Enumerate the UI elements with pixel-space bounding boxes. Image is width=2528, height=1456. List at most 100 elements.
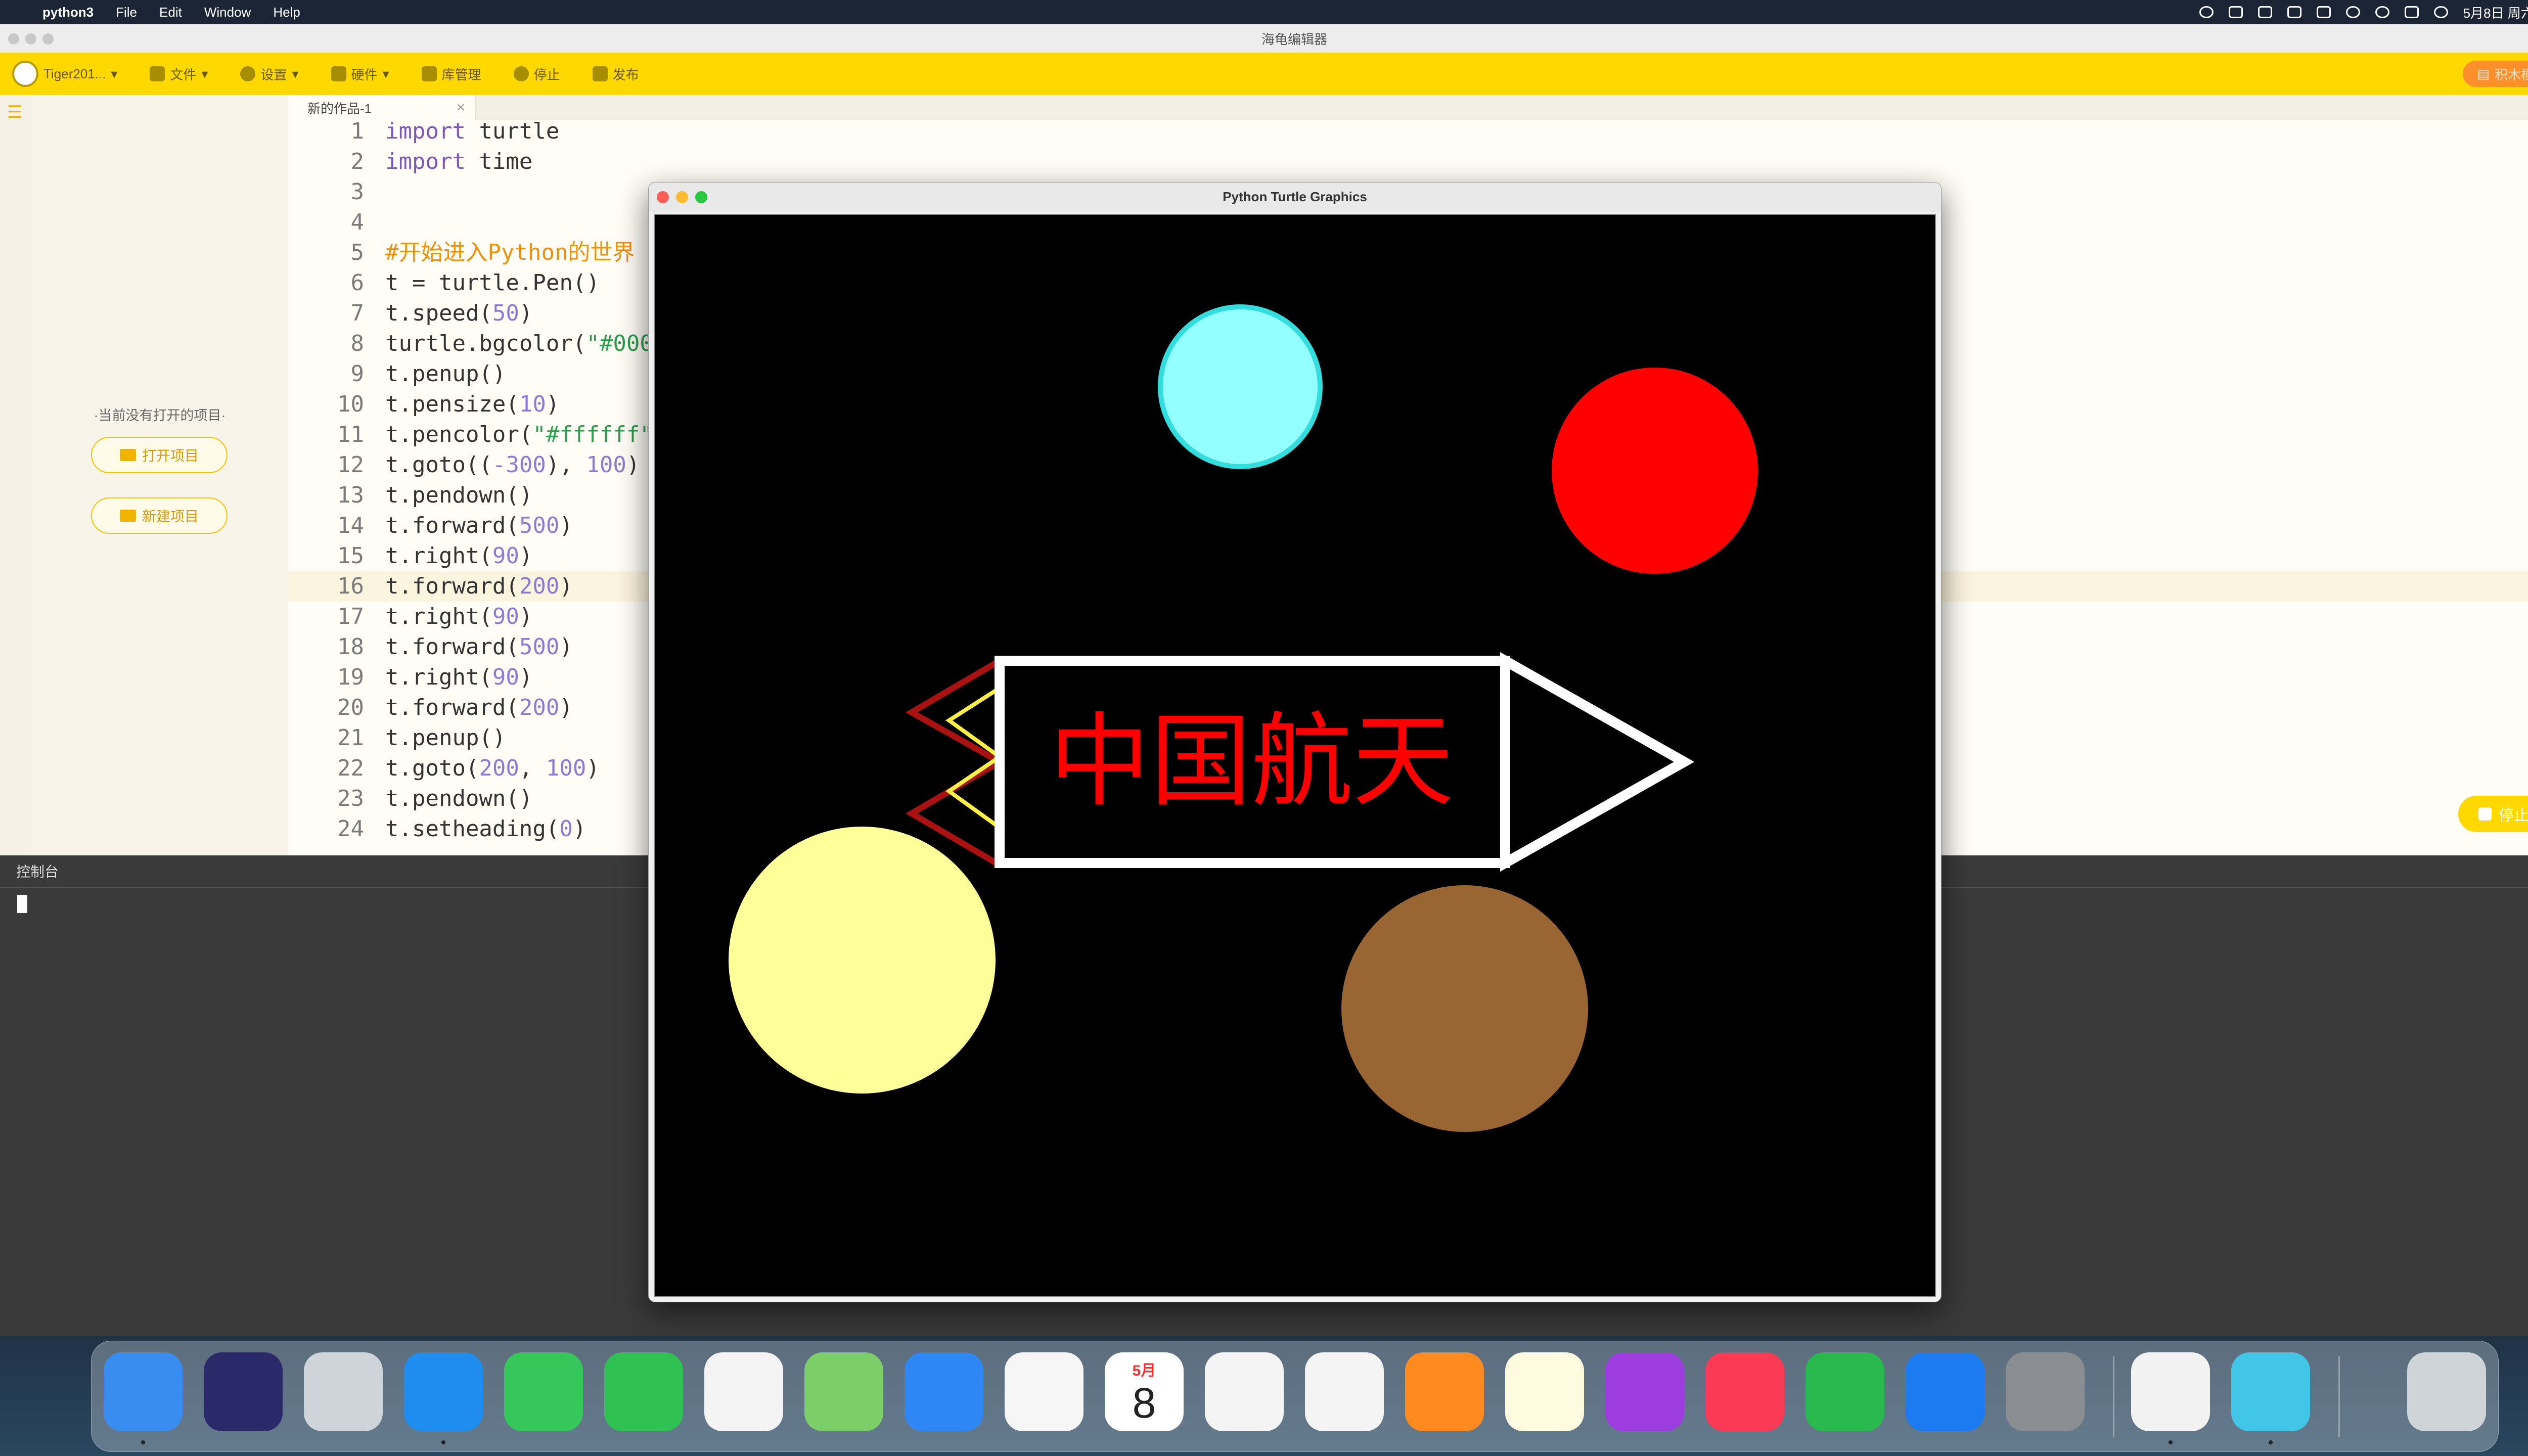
- calendar-icon[interactable]: 5月 8: [1105, 1352, 1184, 1431]
- turtle-drawing: 中国航天: [729, 304, 1758, 1132]
- mail-icon[interactable]: [905, 1352, 983, 1431]
- hardware-menu[interactable]: 硬件 ▾: [331, 65, 389, 83]
- menu-bar: python3 File Edit Window Help 5月8日 周六 20…: [0, 0, 2528, 24]
- brown-circle: [1341, 885, 1588, 1132]
- books-icon[interactable]: [1405, 1352, 1484, 1431]
- folder-icon: [119, 510, 136, 522]
- podcasts-icon[interactable]: [1605, 1352, 1684, 1431]
- find-my-icon[interactable]: [1805, 1352, 1884, 1431]
- facetime-icon[interactable]: [604, 1352, 683, 1431]
- line-number: 16: [337, 573, 364, 599]
- siri-icon[interactable]: [204, 1352, 283, 1431]
- code-line[interactable]: 1 import turtle: [288, 120, 2528, 147]
- pages-icon[interactable]: [1005, 1352, 1084, 1431]
- close-tab-icon[interactable]: ×: [456, 99, 465, 116]
- status-area: 5月8日 周六 20:29: [2199, 0, 2528, 24]
- user-menu[interactable]: Tiger201... ▾: [12, 61, 117, 87]
- launchpad-icon[interactable]: [304, 1352, 383, 1431]
- publish-button[interactable]: 发布: [592, 65, 639, 83]
- music-icon[interactable]: [1705, 1352, 1784, 1431]
- folder-icon: [150, 66, 165, 81]
- minimize-window-icon[interactable]: [25, 33, 36, 44]
- console-title: 控制台: [16, 864, 59, 880]
- keyboard-icon[interactable]: [2258, 6, 2272, 18]
- app-store-icon[interactable]: [1906, 1352, 1984, 1431]
- stop-icon: [2478, 807, 2492, 821]
- open-project-button[interactable]: 打开项目: [91, 437, 228, 473]
- console-cursor[interactable]: [17, 895, 27, 913]
- system-preferences-icon[interactable]: [2006, 1352, 2085, 1431]
- record-icon[interactable]: [2199, 6, 2214, 18]
- line-text: t.goto((-300), 100): [385, 452, 640, 478]
- list-icon[interactable]: ☰: [7, 102, 22, 122]
- turtle-canvas[interactable]: 中国航天: [654, 214, 1936, 1297]
- bluetooth-icon[interactable]: [2287, 6, 2301, 18]
- line-number: 4: [350, 209, 365, 235]
- chevron-down-icon: ▾: [292, 66, 299, 81]
- line-number: 3: [350, 179, 365, 205]
- avatar: [12, 61, 38, 87]
- library-button[interactable]: 库管理: [421, 65, 481, 83]
- siri-menu-icon[interactable]: [2433, 6, 2448, 18]
- menu-help[interactable]: Help: [273, 5, 300, 20]
- menu-app-name[interactable]: python3: [42, 5, 94, 20]
- tab-bar: 新的作品-1 ×: [288, 95, 2528, 120]
- messages-icon[interactable]: [504, 1352, 583, 1431]
- menu-file[interactable]: File: [116, 5, 137, 20]
- stop-icon: [513, 66, 529, 81]
- menu-window[interactable]: Window: [204, 5, 251, 20]
- control-center-icon[interactable]: [2404, 6, 2419, 18]
- library-icon: [421, 66, 437, 81]
- close-window-icon[interactable]: [8, 33, 19, 44]
- line-text: t = turtle.Pen(): [385, 270, 600, 296]
- notes-icon[interactable]: [1505, 1352, 1584, 1431]
- menu-edit[interactable]: Edit: [159, 5, 182, 20]
- close-window-icon[interactable]: [657, 191, 669, 203]
- settings-menu[interactable]: 设置 ▾: [240, 65, 299, 83]
- wifi-icon[interactable]: [2316, 6, 2331, 18]
- turtle-editor-icon[interactable]: [2231, 1352, 2310, 1431]
- line-text: t.pendown(): [385, 482, 533, 508]
- safari-icon[interactable]: [404, 1352, 483, 1431]
- file-menu[interactable]: 文件 ▾: [150, 65, 208, 83]
- line-text: t.forward(200): [385, 573, 573, 599]
- line-number: 9: [350, 361, 365, 387]
- line-text: t.speed(50): [385, 300, 533, 326]
- running-indicator: [2269, 1440, 2273, 1444]
- chevron-down-icon: ▾: [382, 66, 389, 81]
- cyan-circle: [1158, 304, 1323, 469]
- blocks-icon: ▤: [2477, 66, 2490, 81]
- keynote-icon[interactable]: [1305, 1352, 1384, 1431]
- zoom-window-icon[interactable]: [695, 191, 707, 203]
- hardware-label: 硬件: [351, 67, 378, 82]
- trash-icon[interactable]: [2407, 1352, 2486, 1431]
- search-icon[interactable]: [2375, 6, 2389, 18]
- numbers-icon[interactable]: [1205, 1352, 1284, 1431]
- tab-new-work[interactable]: 新的作品-1 ×: [288, 95, 476, 120]
- floating-stop-button[interactable]: 停止: [2458, 796, 2528, 832]
- minimize-window-icon[interactable]: [676, 191, 688, 203]
- code-line[interactable]: 2 import time: [288, 147, 2528, 177]
- line-text: #开始进入Python的世界: [385, 240, 635, 265]
- turtle-window-titlebar: Python Turtle Graphics: [649, 183, 1941, 211]
- clock[interactable]: 5月8日 周六 20:29: [2463, 3, 2528, 22]
- user-icon[interactable]: [2345, 6, 2360, 18]
- running-indicator: [2169, 1440, 2173, 1444]
- document-icon[interactable]: [2131, 1352, 2210, 1431]
- finder-icon[interactable]: [104, 1352, 183, 1431]
- maps-icon[interactable]: [804, 1352, 883, 1431]
- new-project-button[interactable]: 新建项目: [91, 497, 228, 534]
- chevron-down-icon: ▾: [201, 66, 208, 81]
- open-project-label: 打开项目: [142, 448, 199, 464]
- photos-icon[interactable]: [704, 1352, 783, 1431]
- sidebar-strip: ☰: [0, 95, 32, 855]
- line-number: 8: [350, 331, 365, 356]
- line-number: 1: [350, 120, 365, 144]
- line-number: 23: [337, 786, 364, 811]
- stop-button[interactable]: 停止: [513, 65, 560, 83]
- line-text: turtle.bgcolor("#000: [385, 331, 653, 356]
- volume-icon[interactable]: [2228, 6, 2243, 18]
- block-mode-button[interactable]: ▤ 积木模式: [2463, 61, 2528, 87]
- window-title: 海龟编辑器: [1261, 31, 1327, 47]
- zoom-window-icon[interactable]: [42, 33, 54, 44]
